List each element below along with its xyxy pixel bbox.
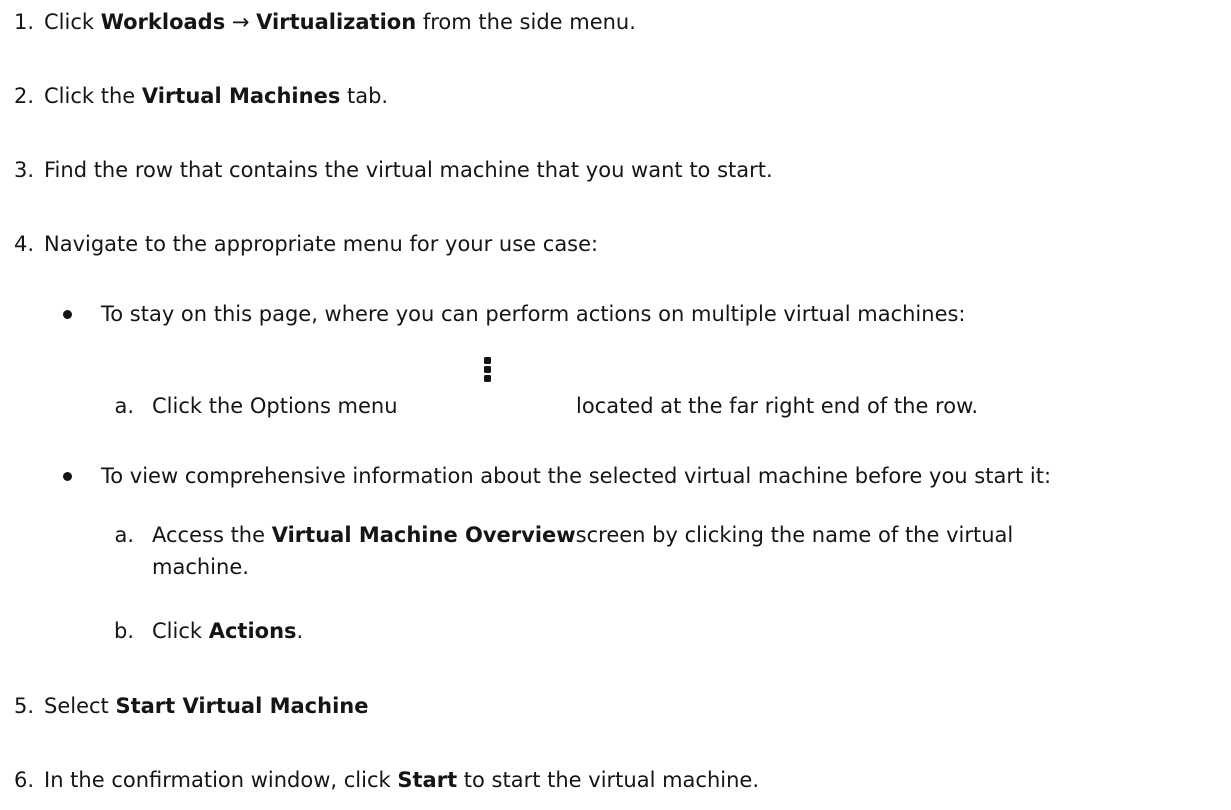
substep-text-end: . xyxy=(296,619,304,643)
substep-text-end: located at the far right end of the row. xyxy=(576,394,978,418)
bullet-icon xyxy=(63,310,72,319)
step-number: 1. xyxy=(13,10,34,34)
actions-label: Actions xyxy=(208,619,297,643)
kebab-dot xyxy=(484,366,491,373)
substep-text-end: screen by clicking the name of the virtu… xyxy=(575,523,1014,547)
menu-virtualization: Virtualization xyxy=(256,10,417,34)
step-text-end: to start the virtual machine. xyxy=(457,768,760,792)
bullet-icon xyxy=(63,472,72,481)
virtual-machine-overview-label: Virtual Machine Overview xyxy=(271,523,576,547)
substep-letter: b. xyxy=(113,619,134,643)
step-text: Find the row that contains the virtual m… xyxy=(44,158,773,182)
step-text-end: from the side menu. xyxy=(416,10,636,34)
arrow-separator: → xyxy=(225,10,257,34)
step-text: Click xyxy=(44,10,101,34)
step-number: 4. xyxy=(13,232,34,256)
substep-text: Click the Options menu xyxy=(152,394,398,418)
step-text: Click the xyxy=(44,84,142,108)
bullet-text: To view comprehensive information about … xyxy=(101,464,1052,488)
substep-text: Click xyxy=(152,619,209,643)
step-number: 3. xyxy=(13,158,34,182)
start-virtual-machine-label: Start Virtual Machine xyxy=(115,694,369,718)
step-text: Select xyxy=(44,694,116,718)
step-text-end: tab. xyxy=(340,84,389,108)
kebab-dot xyxy=(484,375,491,382)
step-text: Navigate to the appropriate menu for you… xyxy=(44,232,599,256)
substep-letter: a. xyxy=(114,523,134,547)
kebab-options-icon xyxy=(484,357,492,384)
bullet-text: To stay on this page, where you can perf… xyxy=(101,302,966,326)
menu-workloads: Workloads xyxy=(100,10,226,34)
step-text: In the confirmation window, click xyxy=(44,768,398,792)
substep-letter: a. xyxy=(114,394,134,418)
virtual-machines-tab: Virtual Machines xyxy=(141,84,341,108)
substep-text-continued: machine. xyxy=(152,555,249,579)
substep-text: Access the xyxy=(152,523,272,547)
start-label: Start xyxy=(397,768,458,792)
kebab-dot xyxy=(484,357,491,364)
step-number: 2. xyxy=(13,84,34,108)
step-number: 6. xyxy=(13,768,34,792)
step-number: 5. xyxy=(13,694,34,718)
